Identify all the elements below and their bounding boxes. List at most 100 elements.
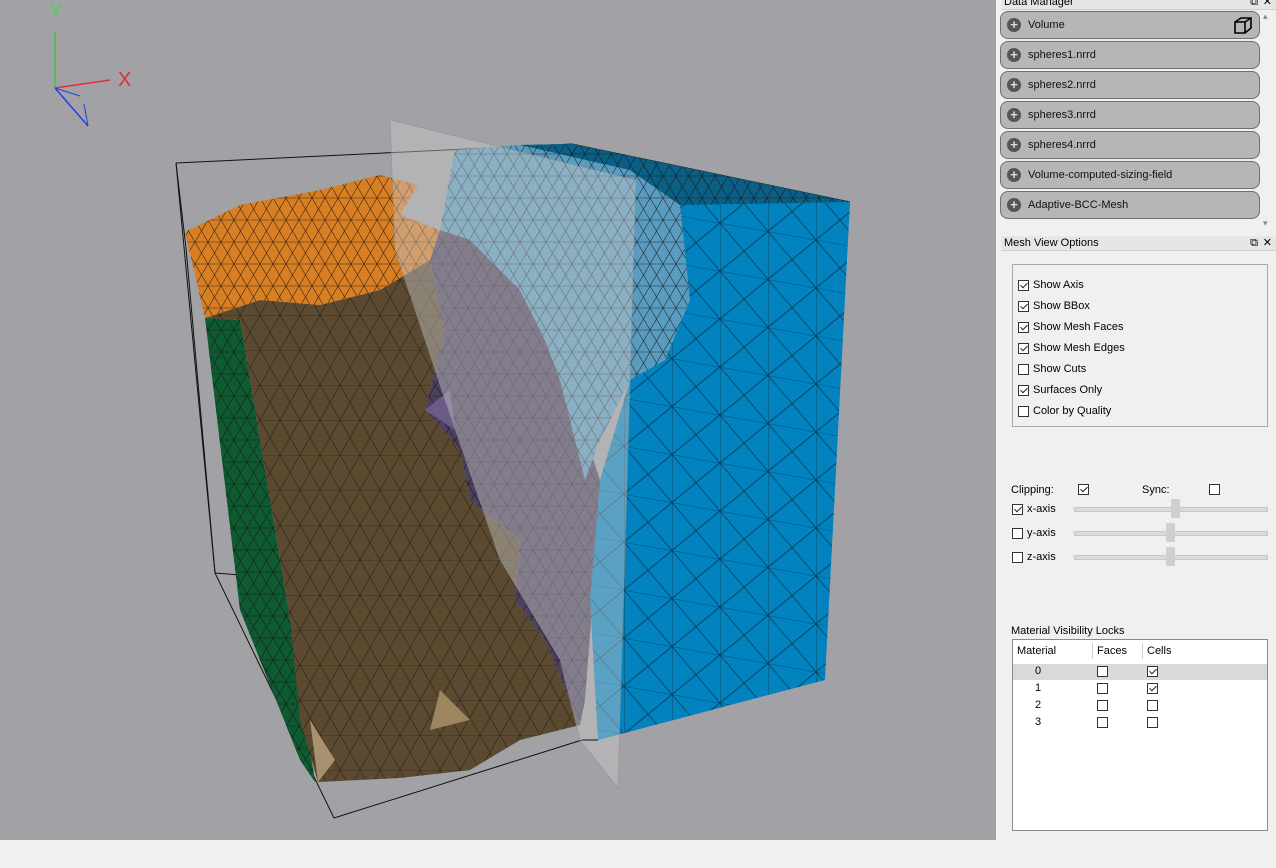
- scroll-down-icon[interactable]: ▾: [1263, 218, 1268, 229]
- float-icon[interactable]: ⧉: [1250, 0, 1258, 9]
- data-item-spheres3[interactable]: + spheres3.nrrd: [1000, 101, 1260, 129]
- data-item-label: spheres3.nrrd: [1028, 109, 1096, 121]
- data-item-label: Volume-computed-sizing-field: [1028, 169, 1173, 181]
- checkbox-label: y-axis: [1027, 527, 1056, 539]
- show-mesh-faces-checkbox[interactable]: Show Mesh Faces: [1018, 319, 1123, 335]
- faces-lock-checkbox[interactable]: [1097, 700, 1108, 711]
- data-item-label: Volume: [1028, 19, 1065, 31]
- float-icon[interactable]: ⧉: [1250, 236, 1258, 250]
- faces-lock-checkbox[interactable]: [1097, 683, 1108, 694]
- data-item-sizing-field[interactable]: + Volume-computed-sizing-field: [1000, 161, 1260, 189]
- cells-lock-checkbox[interactable]: [1147, 700, 1158, 711]
- mesh-render: Y X: [49, 1, 851, 819]
- col-header-faces: Faces: [1097, 645, 1127, 657]
- data-item-bcc-mesh[interactable]: + Adaptive-BCC-Mesh: [1000, 191, 1260, 219]
- scroll-up-icon[interactable]: ▴: [1263, 11, 1268, 22]
- mesh-view-options-titlebar: Mesh View Options ⧉ ✕: [1001, 236, 1276, 251]
- checkbox[interactable]: [1018, 342, 1029, 354]
- table-row[interactable]: 0: [1013, 664, 1267, 680]
- material-id: 1: [1035, 682, 1042, 694]
- checkbox-label: Show Axis: [1033, 279, 1084, 291]
- expand-plus-icon[interactable]: +: [1007, 18, 1021, 32]
- x-axis-clip-checkbox[interactable]: x-axis: [1012, 501, 1056, 517]
- material-id: 3: [1035, 716, 1042, 728]
- checkbox-label: Surfaces Only: [1033, 384, 1103, 396]
- axis-y-label: Y: [49, 1, 62, 23]
- table-row[interactable]: 1: [1013, 681, 1267, 697]
- expand-plus-icon[interactable]: +: [1007, 108, 1021, 122]
- show-mesh-edges-checkbox[interactable]: Show Mesh Edges: [1018, 340, 1125, 356]
- material-id: 0: [1035, 665, 1042, 677]
- data-item-spheres4[interactable]: + spheres4.nrrd: [1000, 131, 1260, 159]
- faces-lock-checkbox[interactable]: [1097, 717, 1108, 728]
- color-by-quality-checkbox[interactable]: Color by Quality: [1018, 403, 1111, 419]
- column-divider: [1142, 643, 1143, 659]
- show-cuts-checkbox[interactable]: Show Cuts: [1018, 361, 1086, 377]
- axis-x-label: X: [118, 69, 131, 91]
- cells-lock-checkbox[interactable]: [1147, 666, 1158, 677]
- data-item-spheres2[interactable]: + spheres2.nrrd: [1000, 71, 1260, 99]
- close-icon[interactable]: ✕: [1263, 236, 1272, 250]
- show-axis-checkbox[interactable]: Show Axis: [1018, 277, 1084, 293]
- sync-label: Sync:: [1142, 484, 1170, 496]
- cube-icon: [1234, 17, 1252, 34]
- checkbox-label: x-axis: [1027, 503, 1056, 515]
- expand-plus-icon[interactable]: +: [1007, 168, 1021, 182]
- data-item-label: spheres2.nrrd: [1028, 79, 1096, 91]
- expand-plus-icon[interactable]: +: [1007, 198, 1021, 212]
- faces-lock-checkbox[interactable]: [1097, 666, 1108, 677]
- checkbox[interactable]: [1012, 551, 1023, 563]
- close-icon[interactable]: ✕: [1263, 0, 1272, 9]
- data-item-spheres1[interactable]: + spheres1.nrrd: [1000, 41, 1260, 69]
- cells-lock-checkbox[interactable]: [1147, 683, 1158, 694]
- data-manager-scrollbar[interactable]: ▴ ▾: [1262, 11, 1274, 229]
- checkbox-label: Show Mesh Faces: [1033, 321, 1124, 333]
- clipping-checkbox[interactable]: [1078, 484, 1089, 495]
- z-axis-slider-handle[interactable]: [1166, 547, 1175, 566]
- table-row[interactable]: 2: [1013, 698, 1267, 714]
- display-options-group: Show Axis Show BBox Show Mesh Faces Show…: [1012, 264, 1268, 427]
- sync-checkbox[interactable]: [1209, 484, 1220, 495]
- checkbox[interactable]: [1018, 300, 1029, 312]
- checkbox[interactable]: [1012, 503, 1023, 515]
- table-row[interactable]: 3: [1013, 715, 1267, 731]
- data-item-label: Adaptive-BCC-Mesh: [1028, 199, 1129, 211]
- x-axis-slider-handle[interactable]: [1171, 499, 1180, 518]
- checkbox-label: Show BBox: [1033, 300, 1090, 312]
- checkbox-label: Color by Quality: [1033, 405, 1112, 417]
- show-bbox-checkbox[interactable]: Show BBox: [1018, 298, 1090, 314]
- expand-plus-icon[interactable]: +: [1007, 138, 1021, 152]
- expand-plus-icon[interactable]: +: [1007, 78, 1021, 92]
- cells-lock-checkbox[interactable]: [1147, 717, 1158, 728]
- data-manager-title: Data Manager: [1004, 0, 1074, 8]
- y-axis-clip-checkbox[interactable]: y-axis: [1012, 525, 1056, 541]
- checkbox[interactable]: [1018, 321, 1029, 333]
- expand-plus-icon[interactable]: +: [1007, 48, 1021, 62]
- checkbox[interactable]: [1018, 384, 1029, 396]
- side-panel: Data Manager ⧉ ✕ + Volume + spheres1.nrr…: [997, 0, 1276, 840]
- column-divider: [1092, 643, 1093, 659]
- checkbox[interactable]: [1018, 405, 1029, 417]
- col-header-cells: Cells: [1147, 645, 1172, 657]
- checkbox[interactable]: [1012, 527, 1023, 539]
- surfaces-only-checkbox[interactable]: Surfaces Only: [1018, 382, 1102, 398]
- status-bar: [0, 840, 1276, 868]
- mesh-view-options-title: Mesh View Options: [1004, 237, 1099, 249]
- checkbox[interactable]: [1018, 363, 1029, 375]
- 3d-viewport[interactable]: Y X: [0, 0, 996, 840]
- data-item-label: spheres4.nrrd: [1028, 139, 1096, 151]
- data-manager-titlebar: Data Manager ⧉ ✕: [1001, 0, 1276, 10]
- checkbox-label: Show Mesh Edges: [1033, 342, 1125, 354]
- clipping-label: Clipping:: [1011, 484, 1054, 496]
- checkbox-label: Show Cuts: [1033, 363, 1087, 375]
- checkbox[interactable]: [1018, 279, 1029, 291]
- z-axis-clip-checkbox[interactable]: z-axis: [1012, 549, 1056, 565]
- data-item-label: spheres1.nrrd: [1028, 49, 1096, 61]
- checkbox-label: z-axis: [1027, 551, 1056, 563]
- data-item-volume[interactable]: + Volume: [1000, 11, 1260, 39]
- material-locks-title: Material Visibility Locks: [1011, 625, 1125, 637]
- material-locks-table: Material Faces Cells 0 1 2 3: [1012, 639, 1268, 831]
- material-id: 2: [1035, 699, 1042, 711]
- y-axis-slider-handle[interactable]: [1166, 523, 1175, 542]
- axis-gizmo: Y X: [49, 1, 131, 127]
